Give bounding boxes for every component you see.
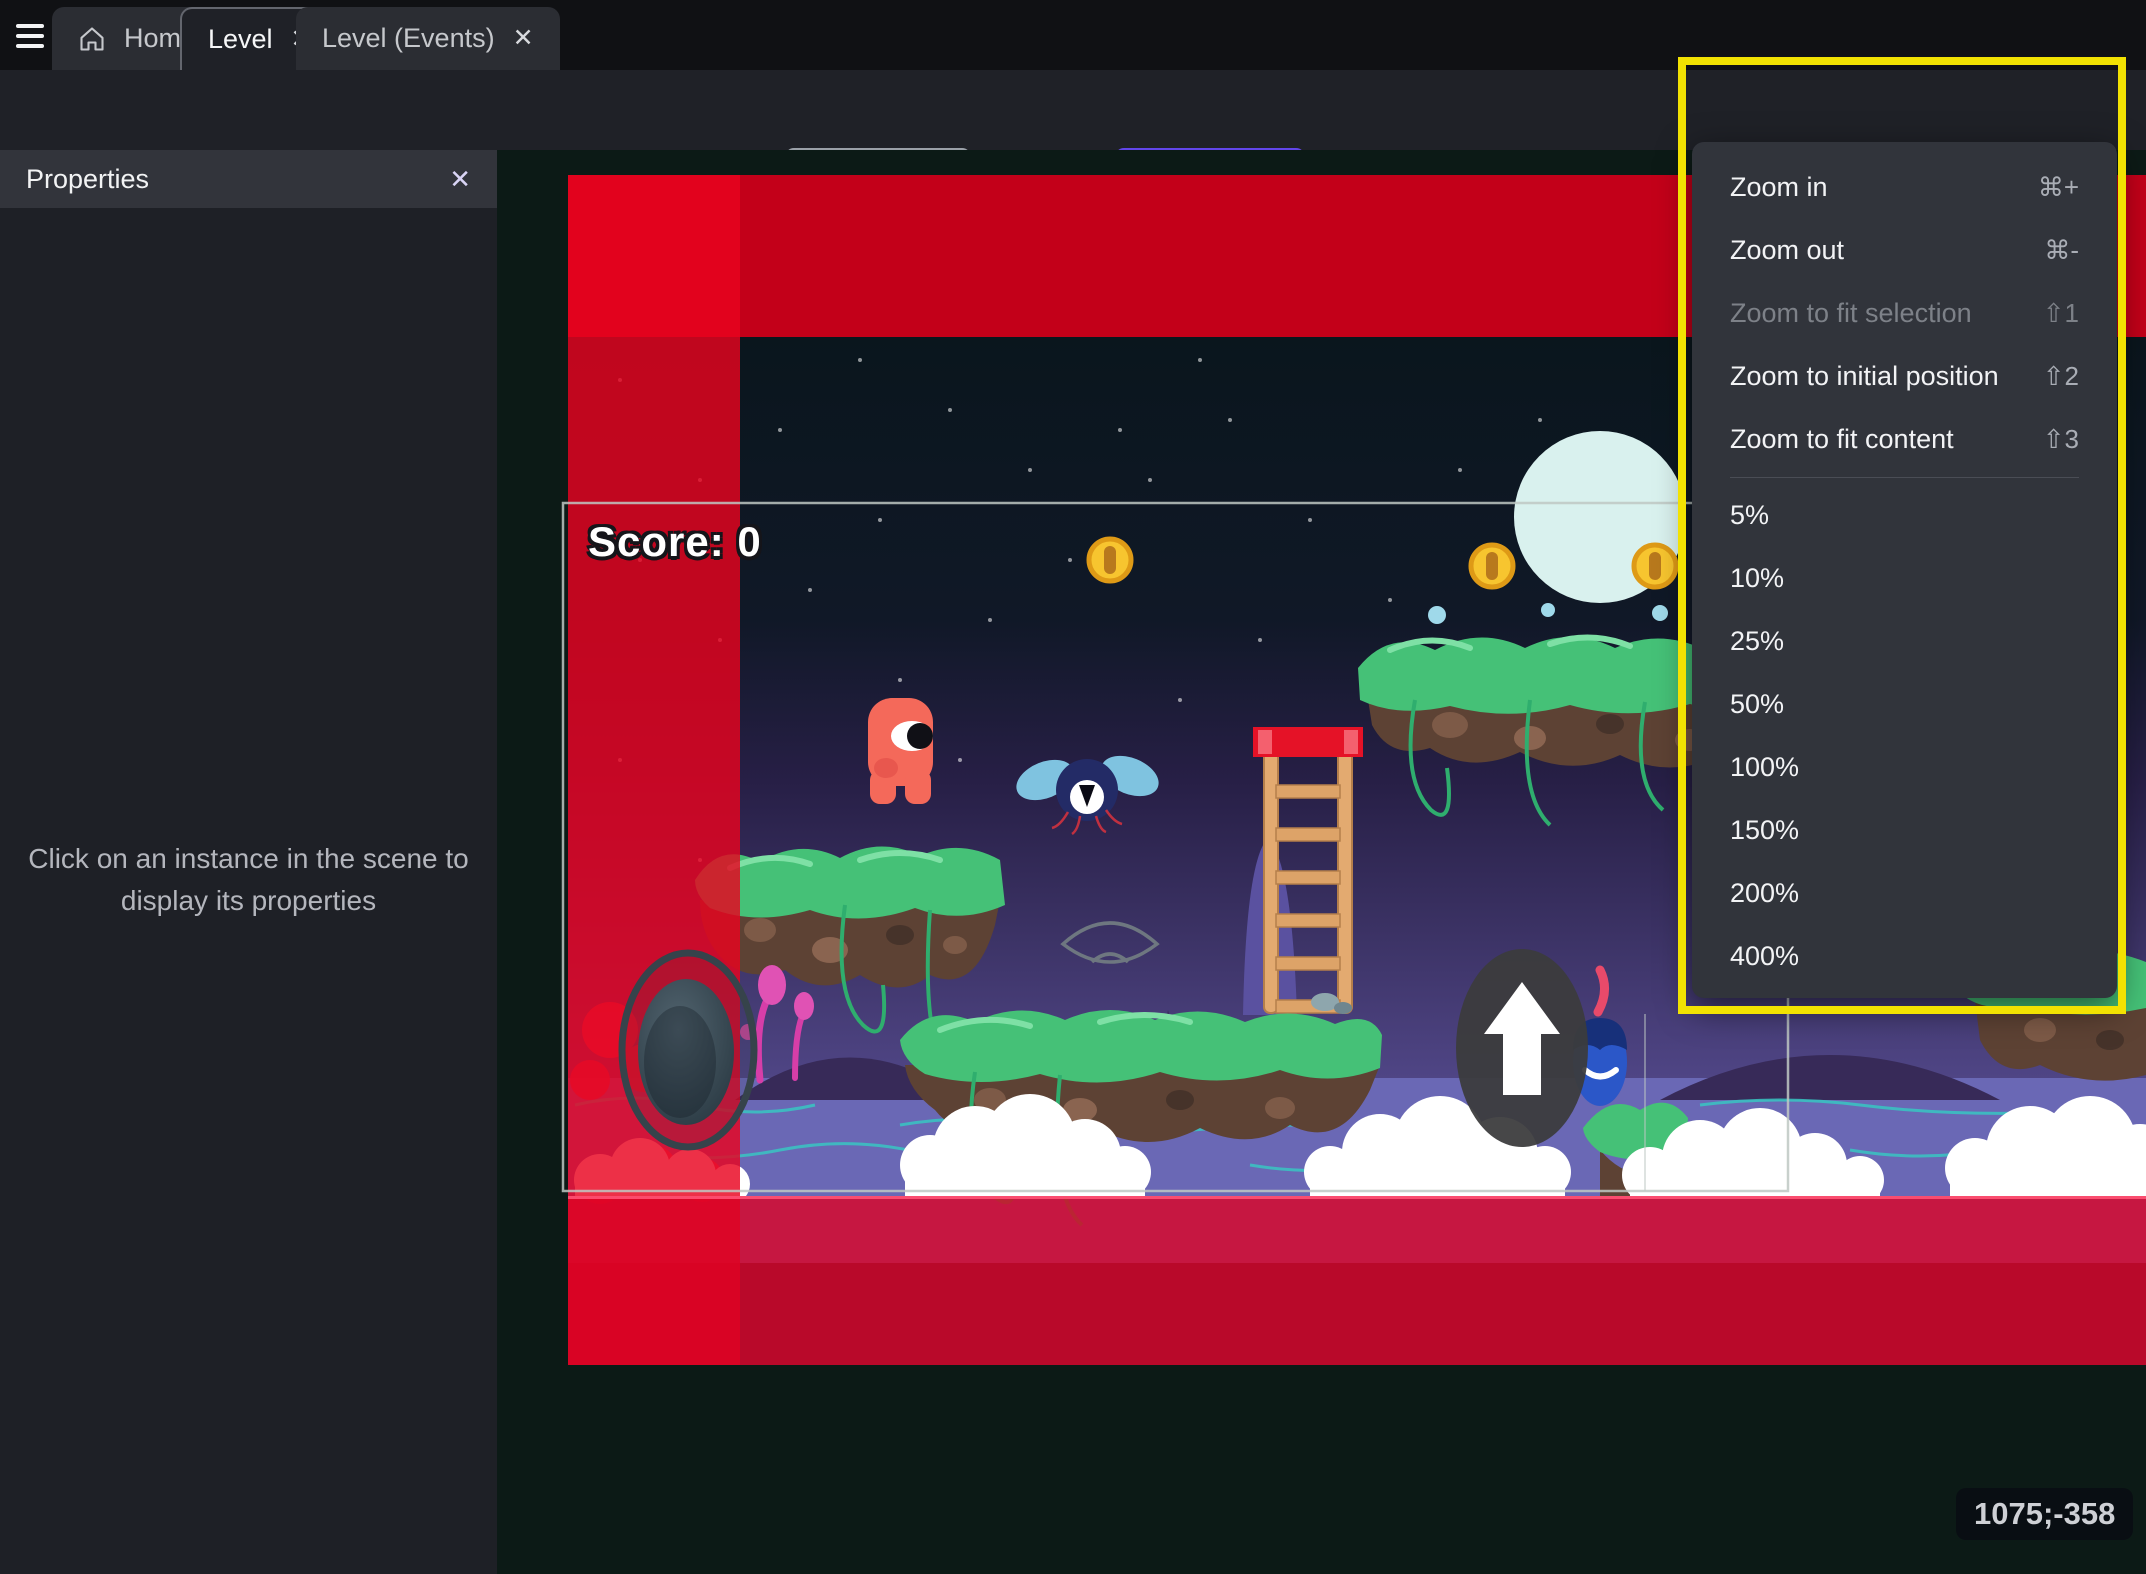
menu-item-zoom-50[interactable]: 50% [1692,673,2117,736]
joystick-control[interactable] [618,949,758,1151]
tab-label: Level [208,24,273,54]
shortcut-label: ⇧3 [2042,424,2079,454]
menu-item-zoom-25[interactable]: 25% [1692,610,2117,673]
close-icon[interactable]: ✕ [449,164,471,195]
score-label: Score: 0 [588,518,762,565]
properties-empty-message: Click on an instance in the scene to dis… [28,843,469,916]
close-icon[interactable]: ✕ [513,26,534,51]
menu-item-zoom-400[interactable]: 400% [1692,925,2117,988]
main-menu-button[interactable] [16,24,46,54]
menu-item-zoom-200[interactable]: 200% [1692,862,2117,925]
scene-toolbar: Preview Publish [0,70,2146,202]
menu-item-zoom-initial-position[interactable]: Zoom to initial position ⇧2 [1692,345,2117,408]
coin[interactable] [1631,542,1679,590]
gdevelop-window: Home Level ✕ Level (Events) ✕ Preview [0,0,2146,1574]
shortcut-label: ⇧2 [2042,361,2079,391]
menu-item-zoom-fit-selection: Zoom to fit selection ⇧1 [1730,298,2079,328]
tab-label: Level (Events) [322,23,495,53]
properties-title: Properties [26,163,150,194]
menu-item-zoom-5[interactable]: 5% [1692,484,2117,547]
jump-button[interactable] [1456,949,1588,1147]
menu-item-zoom-fit-content[interactable]: Zoom to fit content ⇧3 [1692,408,2117,471]
red-overlay-left [568,175,740,1365]
properties-panel: Properties ✕ Click on an instance in the… [0,150,497,1574]
shortcut-label: ⌘- [2044,235,2079,265]
shortcut-label: ⇧1 [2042,298,2079,328]
tab-bar: Home Level ✕ Level (Events) ✕ [0,0,2146,70]
cursor-coordinates-badge: 1075;-358 [1956,1488,2134,1540]
menu-item-zoom-in[interactable]: Zoom in ⌘+ [1692,156,2117,219]
coin[interactable] [1086,536,1134,584]
tab-level-events[interactable]: Level (Events) ✕ [296,7,560,70]
properties-header: Properties ✕ [0,150,497,208]
menu-item-zoom-out[interactable]: Zoom out ⌘- [1692,219,2117,282]
zoom-dropdown-menu: Zoom in ⌘+ Zoom out ⌘- Zoom to fit selec… [1692,142,2117,998]
menu-divider [1730,477,2079,478]
menu-item-zoom-100[interactable]: 100% [1692,736,2117,799]
menu-item-zoom-150[interactable]: 150% [1692,799,2117,862]
red-overlay-bottom [568,1196,2146,1365]
coin[interactable] [1468,542,1516,590]
menu-item-zoom-10[interactable]: 10% [1692,547,2117,610]
shortcut-label: ⌘+ [2037,172,2079,202]
hamburger-icon [16,24,44,28]
home-icon [80,26,104,51]
